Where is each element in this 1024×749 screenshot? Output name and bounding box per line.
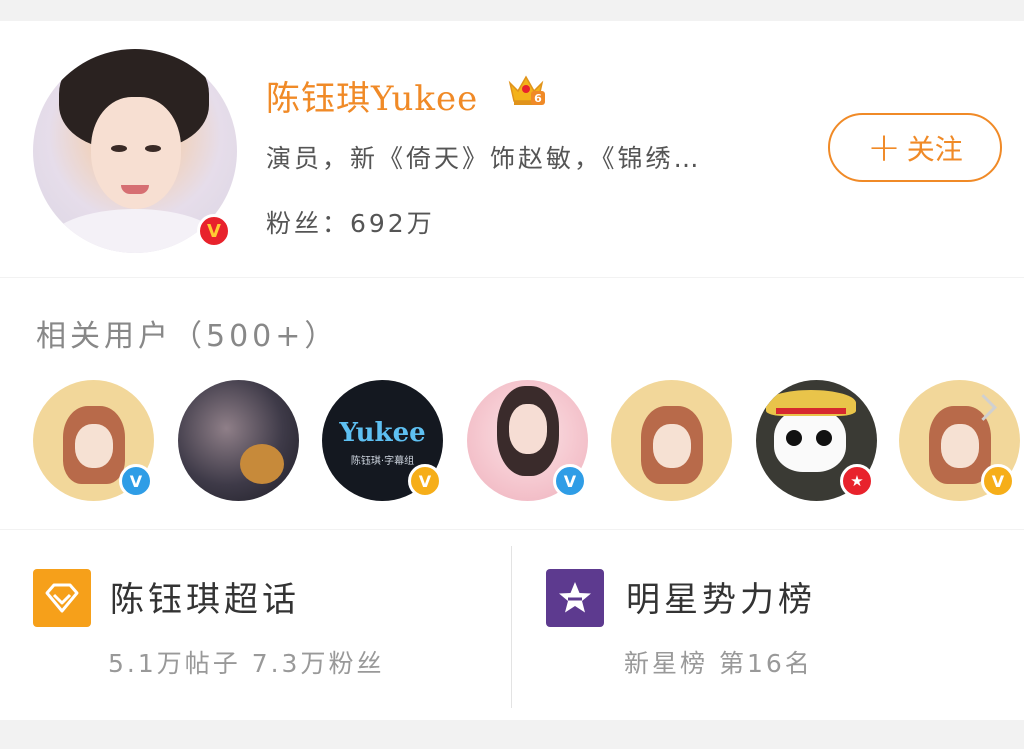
profile-card: V 陈钰琪Yukee 6 演员，新《倚天》饰赵敏，《锦绣… 粉丝：692万 + …: [0, 21, 1024, 277]
related-users-title[interactable]: 相关用户（500+）: [36, 311, 338, 355]
follow-button[interactable]: + 关注: [828, 113, 1002, 182]
profile-name[interactable]: 陈钰琪Yukee: [266, 71, 478, 120]
crown-level: 6: [534, 92, 542, 105]
avatar-eye: [145, 145, 161, 152]
related-user-avatar[interactable]: [611, 380, 732, 501]
verified-v-icon: V: [119, 464, 153, 498]
related-users-card: 相关用户（500+） V Yukee 陈钰琪·字幕组 V V ★ V: [0, 278, 1024, 529]
verified-v-icon: V: [408, 464, 442, 498]
related-user-avatar[interactable]: ★: [756, 380, 877, 501]
hat-band-shape: [776, 408, 846, 414]
fans-count: 粉丝：692万: [266, 209, 435, 238]
skull-eye: [816, 430, 832, 446]
related-user-avatar[interactable]: V: [899, 380, 1020, 501]
related-users-row[interactable]: V Yukee 陈钰琪·字幕组 V V ★ V: [0, 380, 1024, 505]
related-user-avatar[interactable]: Yukee 陈钰琪·字幕组 V: [322, 380, 443, 501]
crown-level-icon: 6: [508, 75, 545, 105]
related-user-avatar[interactable]: V: [33, 380, 154, 501]
skull-eye: [786, 430, 802, 446]
plus-icon: +: [867, 124, 901, 171]
avatar-eye: [111, 145, 127, 152]
verified-v-icon: V: [553, 464, 587, 498]
feature-tiles-card: 陈钰琪超话 5.1万帖子 7.3万粉丝 明星势力榜 新星榜 第16名: [0, 530, 1024, 720]
star-badge-icon: ★: [840, 464, 874, 498]
profile-description: 演员，新《倚天》饰赵敏，《锦绣…: [266, 144, 702, 173]
supertopic-tile[interactable]: 陈钰琪超话 5.1万帖子 7.3万粉丝: [0, 530, 511, 720]
supertopic-stats: 5.1万帖子 7.3万粉丝: [108, 649, 385, 678]
skull-shape: [774, 408, 846, 472]
verified-v-icon: V: [981, 464, 1015, 498]
star-rank-position: 新星榜 第16名: [624, 649, 813, 678]
star-icon: [546, 569, 604, 627]
cartoon-girl-avatar-image: [611, 380, 732, 501]
related-user-avatar[interactable]: [178, 380, 299, 501]
diamond-icon: [33, 569, 91, 627]
follow-label: 关注: [906, 132, 963, 166]
logo-text: Yukee: [339, 418, 426, 448]
related-user-avatar[interactable]: V: [467, 380, 588, 501]
verified-v-icon: V: [197, 214, 231, 248]
photo-avatar-image: [178, 380, 299, 501]
star-rank-title: 明星势力榜: [626, 580, 816, 620]
star-rank-tile[interactable]: 明星势力榜 新星榜 第16名: [512, 530, 1024, 720]
supertopic-title: 陈钰琪超话: [110, 580, 300, 620]
